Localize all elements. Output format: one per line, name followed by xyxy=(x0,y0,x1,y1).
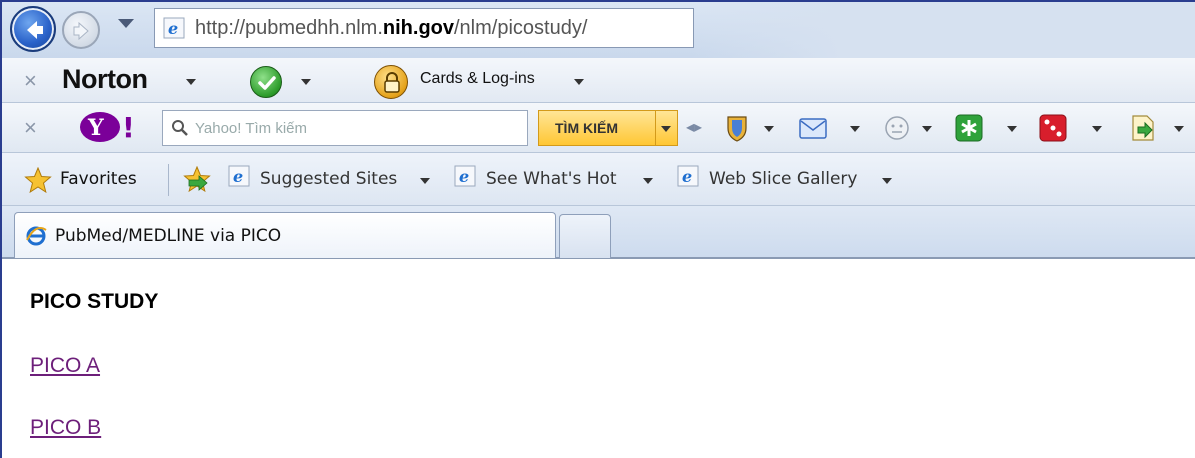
search-icon xyxy=(172,120,188,136)
ie-page-icon: e xyxy=(163,17,185,39)
yahoo-search-input[interactable] xyxy=(195,119,515,137)
svg-text:e: e xyxy=(233,167,243,186)
shield-chevron-down-icon[interactable] xyxy=(764,126,774,132)
yahoo-search-box[interactable] xyxy=(162,110,528,146)
norton-menu-chevron-down-icon[interactable] xyxy=(186,79,196,85)
safe-web-chevron-down-icon[interactable] xyxy=(301,79,311,85)
svg-text:e: e xyxy=(459,167,469,186)
norton-toolbar: × xyxy=(2,58,1195,103)
yahoo-search-dropdown[interactable] xyxy=(656,110,678,146)
shield-icon[interactable] xyxy=(722,113,752,143)
ie-page-icon: e xyxy=(454,165,476,187)
svg-text:!: ! xyxy=(122,111,135,144)
svg-text:e: e xyxy=(682,167,692,186)
favorites-link-suggested-sites[interactable]: Suggested Sites xyxy=(260,169,397,189)
yahoo-search-button[interactable]: TÌM KIẾM xyxy=(538,110,656,146)
identity-safe-lock-icon[interactable] xyxy=(374,65,408,99)
see-whats-hot-chevron-down-icon[interactable] xyxy=(643,178,653,184)
favorites-separator xyxy=(168,164,169,196)
dice-chevron-down-icon[interactable] xyxy=(1092,126,1102,132)
favorites-button[interactable]: Favorites xyxy=(60,169,137,189)
yahoo-logo-icon[interactable]: Y ! xyxy=(78,110,144,144)
favorites-link-see-whats-hot[interactable]: See What's Hot xyxy=(486,169,617,189)
tab-title: PubMed/MEDLINE via PICO xyxy=(55,225,282,246)
link-pico-a[interactable]: PICO A xyxy=(30,354,100,378)
cards-logins-button[interactable]: Cards & Log-ins xyxy=(420,70,535,88)
forward-button[interactable] xyxy=(62,11,100,49)
bookmark-arrow-icon[interactable] xyxy=(1128,113,1158,143)
recent-pages-dropdown[interactable] xyxy=(118,19,134,28)
web-slice-gallery-chevron-down-icon[interactable] xyxy=(882,178,892,184)
cards-logins-chevron-down-icon[interactable] xyxy=(574,79,584,85)
tab-pubmed-pico[interactable]: PubMed/MEDLINE via PICO xyxy=(14,212,556,258)
favorites-link-web-slice-gallery[interactable]: Web Slice Gallery xyxy=(709,169,857,189)
svg-text:Y: Y xyxy=(87,115,104,141)
dice-icon[interactable] xyxy=(1038,113,1068,143)
bookmark-chevron-down-icon[interactable] xyxy=(1174,126,1184,132)
ie-logo-icon xyxy=(26,226,47,245)
url-field[interactable]: e http://pubmedhh.nlm.nih.gov/nlm/picost… xyxy=(154,8,694,48)
back-button[interactable] xyxy=(10,6,56,52)
close-icon[interactable]: × xyxy=(24,70,37,92)
close-icon[interactable]: × xyxy=(24,117,37,139)
new-tab-button[interactable] xyxy=(559,214,611,258)
ie-page-icon: e xyxy=(677,165,699,187)
address-bar-row: e http://pubmedhh.nlm.nih.gov/nlm/picost… xyxy=(2,2,1195,58)
link-pico-b[interactable]: PICO B xyxy=(30,416,101,440)
add-to-favorites-bar-icon[interactable] xyxy=(183,166,213,192)
suggested-sites-chevron-down-icon[interactable] xyxy=(420,178,430,184)
mail-icon[interactable] xyxy=(798,113,828,143)
favorites-star-icon[interactable] xyxy=(24,167,52,193)
svg-text:e: e xyxy=(168,19,178,38)
ie-page-icon: e xyxy=(228,165,250,187)
back-arrow-icon xyxy=(27,21,43,39)
norton-safe-check-icon[interactable] xyxy=(250,66,282,98)
toolbar-resize-handle[interactable]: ◂▸ xyxy=(686,117,702,136)
asterisk-icon[interactable] xyxy=(954,113,984,143)
smiley-icon[interactable] xyxy=(882,113,912,143)
messenger-chevron-down-icon[interactable] xyxy=(922,126,932,132)
url-text: http://pubmedhh.nlm.nih.gov/nlm/picostud… xyxy=(195,16,588,39)
page-content: PICO STUDY PICO A PICO B xyxy=(2,260,1195,458)
browser-window: e http://pubmedhh.nlm.nih.gov/nlm/picost… xyxy=(0,0,1195,458)
mail-chevron-down-icon[interactable] xyxy=(850,126,860,132)
forward-arrow-icon xyxy=(73,21,89,41)
page-title: PICO STUDY xyxy=(30,290,159,313)
norton-logo: Norton xyxy=(62,64,148,94)
asterisk-chevron-down-icon[interactable] xyxy=(1007,126,1017,132)
